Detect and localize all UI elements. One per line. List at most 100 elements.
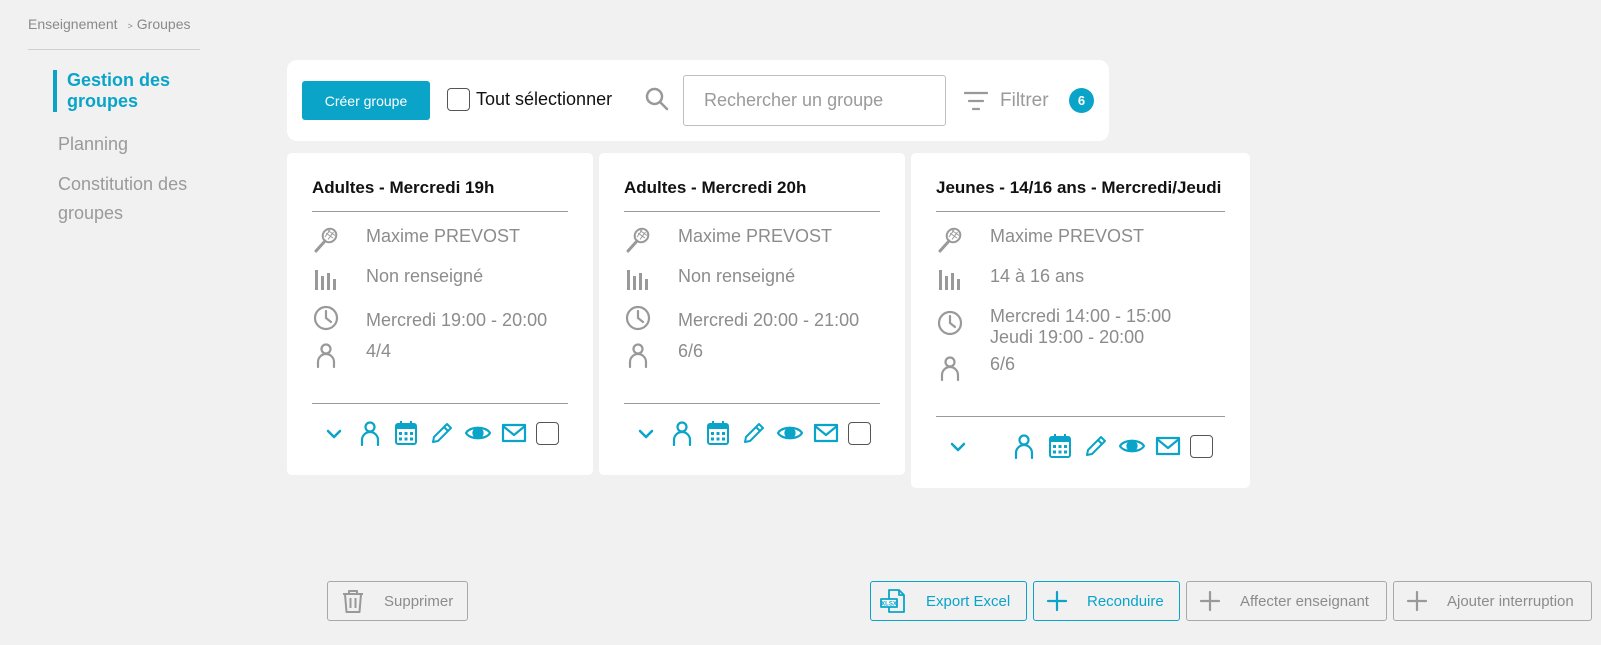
capacity-value: 6/6: [990, 354, 1016, 374]
calendar-button[interactable]: [1046, 432, 1074, 460]
racket-icon: [938, 227, 962, 253]
capacity-row: 6/6: [936, 354, 1015, 382]
capacity-row: 6/6: [624, 341, 703, 369]
sidebar-item-constitution-groupes[interactable]: Constitution des groupes: [53, 170, 213, 228]
select-all-control[interactable]: Tout sélectionner: [447, 88, 612, 111]
level-value: 14 à 16 ans: [990, 266, 1085, 286]
filter-button[interactable]: Filtrer: [964, 90, 1049, 112]
edit-button[interactable]: [1082, 432, 1110, 460]
capacity-value: 4/4: [366, 341, 392, 361]
view-button[interactable]: [464, 419, 492, 447]
chevron-down-icon: [950, 442, 966, 452]
schedule-row: Mercredi 20:00 - 21:00: [624, 304, 859, 332]
svg-text:XLSX: XLSX: [881, 602, 897, 608]
pencil-icon: [744, 423, 764, 443]
capacity-value: 6/6: [678, 341, 704, 361]
students-button[interactable]: [356, 419, 384, 447]
sidebar-item-planning[interactable]: Planning: [53, 130, 213, 159]
calendar-button[interactable]: [704, 419, 732, 447]
person-icon: [360, 421, 380, 446]
expand-button[interactable]: [632, 419, 660, 447]
pencil-icon: [432, 423, 452, 443]
teacher-row: Maxime PREVOST: [936, 226, 1144, 254]
search-input[interactable]: [683, 75, 946, 126]
mail-icon: [813, 423, 839, 443]
capacity-row: 4/4: [312, 341, 391, 369]
clock-icon: [625, 305, 651, 331]
add-interruption-button[interactable]: Ajouter interruption: [1393, 581, 1592, 621]
group-checkbox[interactable]: [848, 421, 871, 445]
create-group-button[interactable]: Créer groupe: [302, 81, 430, 120]
search-icon[interactable]: [644, 86, 670, 112]
bar-chart-icon: [627, 270, 648, 290]
toolbar: Créer groupe Tout sélectionner Filtrer 6: [287, 60, 1109, 141]
select-all-label: Tout sélectionner: [476, 89, 613, 109]
calendar-icon: [395, 421, 417, 445]
card-actions: [944, 432, 1213, 460]
mail-button[interactable]: [812, 419, 840, 447]
breadcrumb-separator: >: [127, 21, 133, 31]
group-checkbox[interactable]: [1190, 434, 1213, 458]
person-icon: [1014, 434, 1034, 459]
renew-label: Reconduire: [1087, 592, 1164, 610]
person-icon: [628, 343, 648, 369]
sidebar-item-gestion-groupes[interactable]: Gestion des groupes: [53, 70, 213, 112]
mail-icon: [501, 423, 527, 443]
chevron-down-icon: [326, 429, 342, 439]
eye-icon: [465, 426, 491, 440]
export-excel-button[interactable]: XLSX Export Excel: [870, 581, 1027, 621]
view-button[interactable]: [776, 419, 804, 447]
students-button[interactable]: [1010, 432, 1038, 460]
mail-button[interactable]: [500, 419, 528, 447]
edit-button[interactable]: [428, 419, 456, 447]
card-divider: [624, 403, 880, 404]
chevron-down-icon: [638, 429, 654, 439]
students-button[interactable]: [668, 419, 696, 447]
teacher-name: Maxime PREVOST: [366, 226, 521, 246]
breadcrumb-current-groupes: Groupes: [136, 16, 191, 32]
plus-icon: [1406, 590, 1428, 612]
level-value: Non renseigné: [366, 266, 484, 286]
group-card: Adultes - Mercredi 19h Maxime PREVOST No…: [287, 153, 593, 475]
select-all-checkbox[interactable]: [447, 88, 470, 111]
pencil-icon: [1086, 436, 1106, 456]
delete-button[interactable]: Supprimer: [327, 581, 468, 621]
sidebar: Gestion des groupes Planning Constitutio…: [53, 70, 213, 239]
level-row: Non renseigné: [624, 266, 795, 294]
assign-teacher-label: Affecter enseignant: [1240, 592, 1369, 610]
schedule-value: Jeudi 19:00 - 20:00: [990, 327, 1145, 347]
calendar-button[interactable]: [392, 419, 420, 447]
clock-icon: [937, 310, 963, 336]
expand-button[interactable]: [320, 419, 348, 447]
eye-icon: [1119, 439, 1145, 453]
edit-button[interactable]: [740, 419, 768, 447]
assign-teacher-button[interactable]: Affecter enseignant: [1186, 581, 1387, 621]
teacher-name: Maxime PREVOST: [678, 226, 833, 246]
schedule-value: Mercredi 14:00 - 15:00: [990, 306, 1172, 326]
mail-icon: [1155, 436, 1181, 456]
breadcrumb-link-enseignement[interactable]: Enseignement: [28, 16, 118, 32]
level-value: Non renseigné: [678, 266, 796, 286]
schedule-value: Mercredi 20:00 - 21:00: [678, 310, 860, 330]
teacher-row: Maxime PREVOST: [312, 226, 520, 254]
schedule-list: Mercredi 14:00 - 15:00 Jeudi 19:00 - 20:…: [990, 306, 1171, 348]
expand-button[interactable]: [944, 432, 972, 460]
group-checkbox[interactable]: [536, 421, 559, 445]
card-actions: [632, 419, 871, 447]
group-title: Adultes - Mercredi 19h: [312, 178, 568, 212]
level-row: 14 à 16 ans: [936, 266, 1084, 294]
excel-file-icon: XLSX: [880, 589, 905, 613]
filter-label: Filtrer: [1000, 90, 1049, 111]
view-button[interactable]: [1118, 432, 1146, 460]
add-interruption-label: Ajouter interruption: [1447, 592, 1574, 610]
bar-chart-icon: [315, 270, 336, 290]
calendar-icon: [1049, 434, 1071, 458]
group-title: Jeunes - 14/16 ans - Mercredi/Jeudi: [936, 178, 1225, 212]
renew-button[interactable]: Reconduire: [1033, 581, 1180, 621]
level-row: Non renseigné: [312, 266, 483, 294]
plus-icon: [1046, 590, 1068, 612]
mail-button[interactable]: [1154, 432, 1182, 460]
export-excel-label: Export Excel: [926, 592, 1011, 610]
delete-label: Supprimer: [384, 592, 454, 610]
person-icon: [672, 421, 692, 446]
